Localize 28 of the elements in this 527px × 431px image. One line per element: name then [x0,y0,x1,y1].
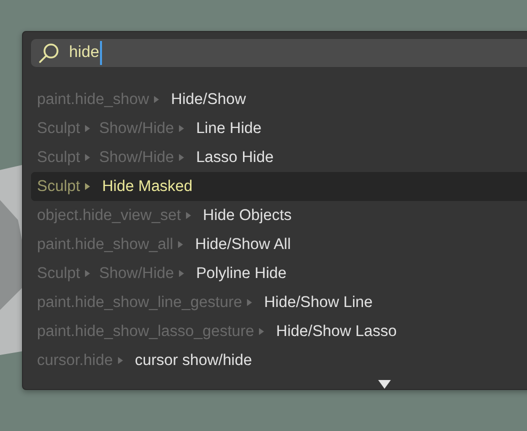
result-label: Lasso Hide [196,148,274,167]
caret-icon [186,212,191,220]
caret-icon [247,299,252,306]
result-label: Polyline Hide [196,264,287,283]
search-field[interactable]: hide [31,39,527,68]
result-label: Hide/Show All [195,236,291,254]
caret-icon [179,270,184,278]
caret-icon [85,270,90,278]
caret-icon [118,357,123,364]
result-label: Hide/Show Line [264,294,373,312]
caret-icon [259,328,264,336]
result-path: Sculpt [37,178,80,196]
caret-icon [178,241,184,248]
caret-icon [179,125,184,132]
result-label: cursor show/hide [134,352,252,370]
search-icon [38,42,60,64]
caret-icon [179,154,184,162]
result-label: Hide/Show Lasso [276,322,397,341]
result-label: Hide Objects [202,206,292,225]
caret-icon [85,183,90,190]
scroll-down-icon[interactable] [378,380,391,389]
result-label: Hide/Show [171,90,246,109]
caret-icon [85,125,90,132]
result-label: Line Hide [196,120,262,138]
result-label: Hide Masked [102,178,193,196]
caret-icon [154,96,160,104]
search-result[interactable]: Sculpt Hide Masked [31,172,527,202]
caret-icon [85,154,90,162]
